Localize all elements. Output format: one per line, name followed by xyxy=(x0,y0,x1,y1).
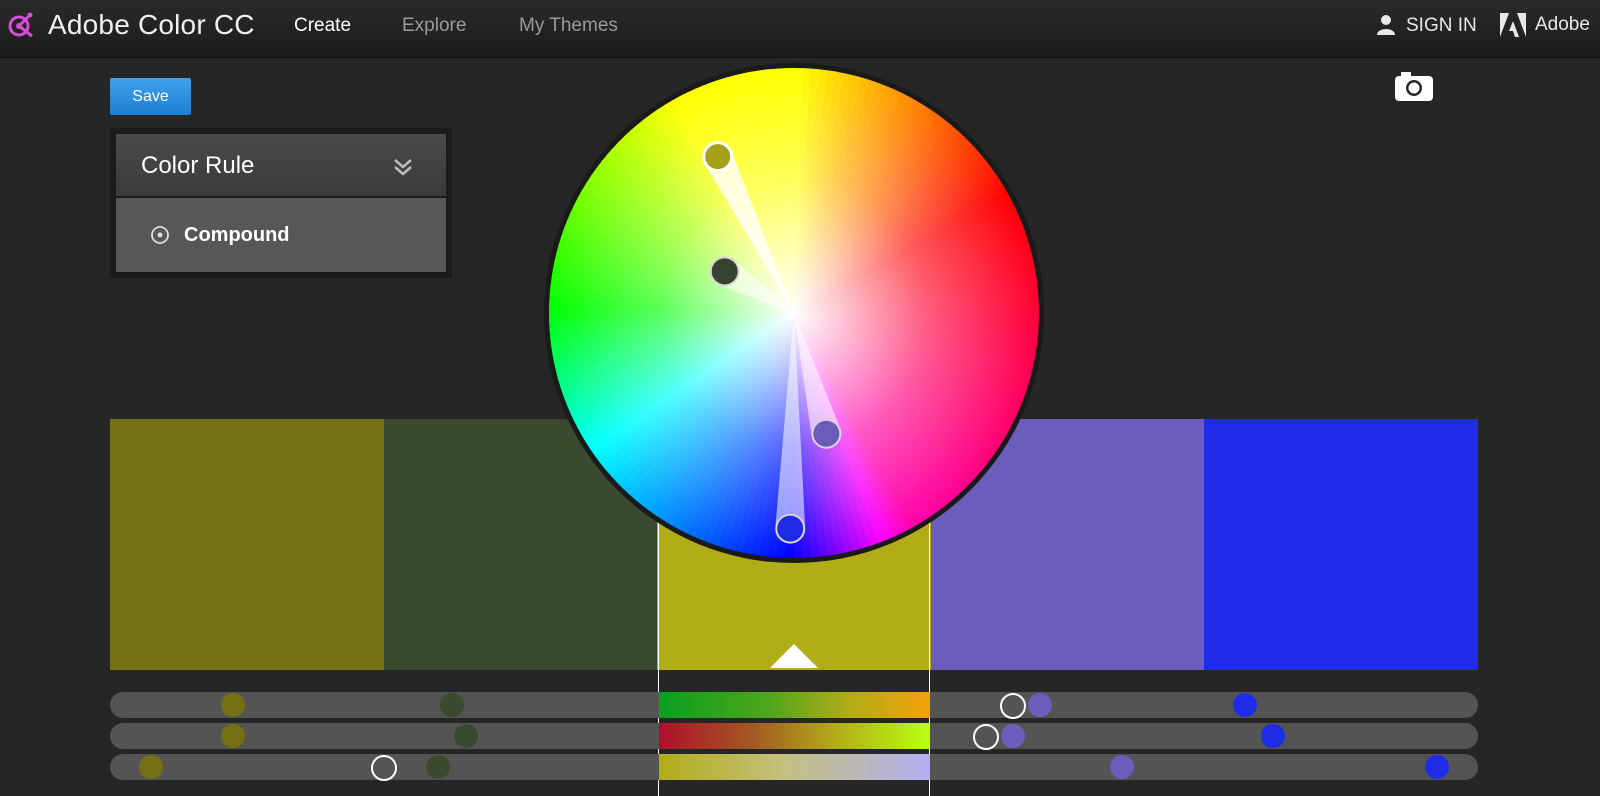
save-button[interactable]: Save xyxy=(110,78,191,115)
nav-explore[interactable]: Explore xyxy=(402,15,466,37)
user-icon[interactable] xyxy=(1376,14,1396,36)
slider-marker xyxy=(453,724,478,748)
wheel-color-marker-2[interactable] xyxy=(709,256,740,287)
color-wheel[interactable] xyxy=(541,60,1047,566)
color-rule-title: Color Rule xyxy=(141,152,255,179)
sign-in-link[interactable]: SIGN IN xyxy=(1406,15,1477,37)
slider-gradient-1 xyxy=(659,692,930,718)
color-rule-header[interactable]: Color Rule xyxy=(116,134,446,196)
wheel-base-color-marker[interactable] xyxy=(702,141,734,173)
slider-handle[interactable] xyxy=(999,693,1026,719)
slider-handle[interactable] xyxy=(972,724,999,750)
color-rule-option-compound[interactable]: Compound xyxy=(116,198,446,272)
slider-marker xyxy=(139,755,164,779)
color-wheel-svg[interactable] xyxy=(541,60,1047,566)
wheel-color-marker-4[interactable] xyxy=(775,513,806,544)
adobe-color-logo-icon[interactable] xyxy=(6,10,36,40)
color-swatch-5[interactable] xyxy=(1204,419,1479,670)
slider-marker xyxy=(221,693,246,717)
slider-marker xyxy=(440,693,464,717)
app-title[interactable]: Adobe Color CC xyxy=(48,9,255,41)
top-navigation-bar: Adobe Color CC Create Explore My Themes … xyxy=(0,0,1600,58)
color-swatch-1[interactable] xyxy=(110,419,385,670)
double-chevron-down-icon[interactable] xyxy=(392,156,414,178)
selected-swatch-indicator xyxy=(770,644,818,668)
slider-handle[interactable] xyxy=(370,755,397,781)
nav-create[interactable]: Create xyxy=(294,15,351,37)
slider-gradient-2 xyxy=(659,723,930,749)
nav-my-themes[interactable]: My Themes xyxy=(519,15,618,37)
wheel-color-marker-3[interactable] xyxy=(811,418,842,449)
slider-marker xyxy=(1424,755,1449,779)
camera-icon[interactable] xyxy=(1395,71,1433,101)
radio-selected-icon[interactable] xyxy=(150,225,170,245)
slider-marker xyxy=(1000,724,1025,748)
slider-gradient-3 xyxy=(659,754,930,780)
adobe-link[interactable]: Adobe xyxy=(1535,14,1590,36)
slider-marker xyxy=(1260,724,1285,748)
color-rule-panel: Color Rule Compound xyxy=(110,128,452,278)
slider-marker xyxy=(221,724,246,748)
adobe-logo-icon[interactable] xyxy=(1500,13,1526,37)
color-rule-option-label: Compound xyxy=(184,224,290,246)
